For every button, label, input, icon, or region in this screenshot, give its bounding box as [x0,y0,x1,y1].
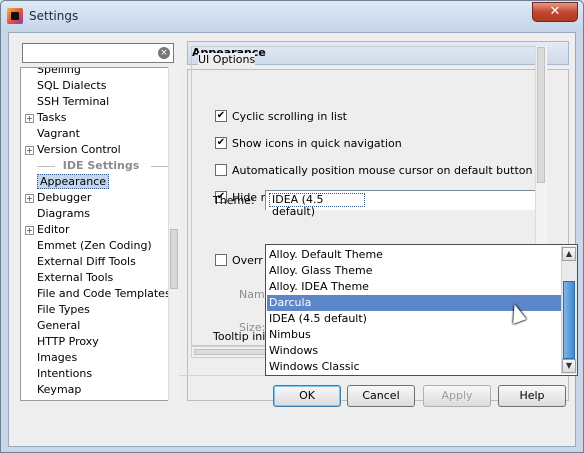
option-label: Automatically position mouse cursor on d… [232,164,533,177]
panel-vertical-scrollbar-thumb[interactable] [537,47,545,183]
tree-item[interactable]: Diagrams [21,206,90,222]
theme-option[interactable]: Alloy. Default Theme [267,247,561,263]
intellij-app-icon [7,8,23,24]
option-override-fonts[interactable]: Overr [215,254,263,270]
tree-item-label: Diagrams [37,207,90,220]
title-bar[interactable]: Settings ✕ [1,1,583,32]
dropdown-scrollbar-thumb[interactable] [563,281,575,359]
tree-item[interactable]: Spelling [21,67,81,78]
tree-item[interactable]: Keymap [21,382,81,398]
tree-item-label: General [37,319,81,332]
tree-item-label: File Types [37,303,90,316]
expand-icon[interactable]: + [25,113,34,123]
theme-option[interactable]: Alloy. Glass Theme [267,263,561,279]
settings-window: Settings ✕ × Spelling SQL Dialects SSH Ter… [0,0,584,453]
option-auto-position-cursor[interactable]: Automatically position mouse cursor on d… [215,164,532,180]
theme-combobox-value: IDEA (4.5 default) [269,193,365,218]
theme-option[interactable]: Windows Classic [267,359,561,375]
option-label: Show icons in quick navigation [232,137,402,150]
tree-item[interactable]: External Diff Tools [21,254,136,270]
tree-item-label: Editor [37,223,70,236]
tree-item[interactable]: + Version Control [21,142,121,158]
checkbox-auto-position-cursor[interactable] [215,164,227,176]
theme-dropdown-list[interactable]: Windows Classic Windows Nimbus IDEA (4.5 de… [265,244,578,376]
tree-item[interactable]: Intentions [21,366,92,382]
theme-option[interactable]: Nimbus [267,327,561,343]
apply-button[interactable]: Apply [423,385,491,407]
tree-scrollbar-thumb[interactable] [170,229,178,289]
tree-item[interactable]: Appearance [21,174,110,190]
tree-item-label: Emmet (Zen Coding) [37,239,152,252]
option-show-icons[interactable]: ✔ Show icons in quick navigation [215,137,402,153]
help-button[interactable]: Help [498,385,566,407]
tree-item[interactable]: File Types [21,302,90,318]
tree-item-label: SQL Dialects [37,79,107,92]
scroll-down-icon[interactable]: ▼ [562,359,576,373]
ui-options-title: UI Options [198,53,256,66]
tree-item[interactable]: External Tools [21,270,113,286]
tree-item[interactable]: General [21,318,80,334]
tree-item-label: Tasks [37,111,67,124]
cancel-button[interactable]: Cancel [347,385,415,407]
tree-item[interactable]: + Editor [21,222,70,238]
tree-item[interactable]: SSH Terminal [21,94,109,110]
window-title: Settings [29,9,79,23]
option-label: Cyclic scrolling in list [232,110,347,123]
tree-item[interactable]: + Debugger [21,190,91,206]
tree-item[interactable]: Emmet (Zen Coding) [21,238,152,254]
tree-item-label: Version Control [37,143,121,156]
tree-item-label: HTTP Proxy [37,335,99,348]
tree-item-label: Intentions [37,367,93,380]
tree-item-label: Vagrant [37,127,80,140]
tooltip-initial-delay-label: Tooltip ini [213,330,266,343]
tree-item-label: SSH Terminal [37,95,110,108]
expand-icon[interactable]: + [25,193,34,203]
tree-item-label: Spelling [37,67,81,76]
scroll-up-icon[interactable]: ▲ [562,247,576,261]
theme-option[interactable]: Alloy. IDEA Theme [267,279,561,295]
settings-search-input[interactable]: × [22,43,174,63]
ide-settings-section-header: IDE Settings [37,158,177,174]
override-label: Overr [232,254,263,267]
tree-item[interactable]: Images [21,350,77,366]
tree-item-label: File and Code Templates [37,287,171,300]
tree-item-label: External Tools [37,271,114,284]
tree-item-label: Appearance [37,174,110,189]
close-button[interactable]: ✕ [532,2,578,22]
theme-label: Theme: [213,194,255,207]
tree-item[interactable]: HTTP Proxy [21,334,99,350]
theme-option[interactable]: Windows [267,343,561,359]
tree-item[interactable]: File and Code Templates [21,286,171,302]
ok-button[interactable]: OK [273,385,341,407]
settings-tree[interactable]: Spelling SQL Dialects SSH Terminal + Tasks Va… [20,67,180,401]
tree-item-label: Debugger [37,191,92,204]
tree-item-label: External Diff Tools [37,255,136,268]
checkbox-show-icons[interactable]: ✔ [215,137,227,149]
tree-item[interactable]: SQL Dialects [21,78,106,94]
checkbox-cyclic-scrolling[interactable]: ✔ [215,110,227,122]
tree-item[interactable]: Vagrant [21,126,80,142]
theme-combobox[interactable]: IDEA (4.5 default) [265,190,541,218]
tree-item[interactable]: + Tasks [21,110,66,126]
tree-item-label: Keymap [37,383,82,396]
option-cyclic-scrolling[interactable]: ✔ Cyclic scrolling in list [215,110,347,126]
expand-icon[interactable]: + [25,225,34,235]
checkbox-override-fonts[interactable] [215,254,227,266]
expand-icon[interactable]: + [25,145,34,155]
clear-icon[interactable]: × [158,47,170,59]
tree-item-label: Images [37,351,78,364]
